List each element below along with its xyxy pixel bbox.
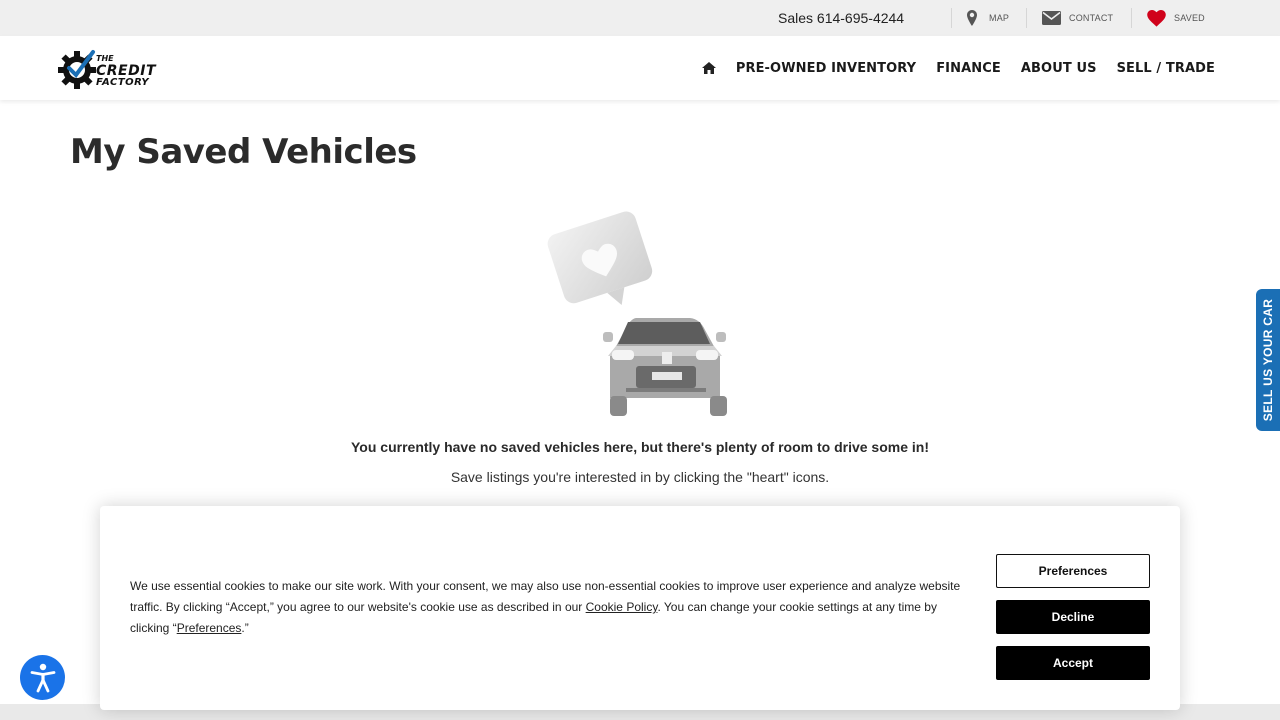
preferences-button[interactable]: Preferences — [996, 554, 1150, 588]
envelope-icon — [1042, 11, 1061, 25]
cookie-message: We use essential cookies to make our sit… — [130, 579, 961, 635]
cookie-preferences-link[interactable]: Preferences — [177, 621, 242, 635]
divider — [1131, 8, 1132, 28]
nav-sell-trade[interactable]: SELL / TRADE — [1117, 61, 1215, 76]
divider — [951, 8, 952, 28]
nav-finance[interactable]: FINANCE — [936, 61, 1001, 76]
cookie-consent-banner: We use essential cookies to make our sit… — [100, 506, 1180, 710]
site-logo[interactable]: THE CREDIT FACTORY — [58, 48, 162, 90]
page-title: My Saved Vehicles — [70, 132, 417, 172]
gear-check-logo-icon — [58, 50, 96, 89]
heart-icon — [1147, 9, 1166, 27]
map-label: MAP — [989, 13, 1010, 23]
accessibility-button[interactable] — [20, 655, 65, 700]
empty-saved-illustration — [547, 211, 727, 416]
sales-phone-link[interactable]: Sales 614-695-4244 — [778, 10, 904, 26]
empty-state-subtext: Save listings you're interested in by cl… — [450, 469, 830, 485]
cookie-policy-link[interactable]: Cookie Policy — [586, 600, 658, 614]
divider — [1026, 8, 1027, 28]
saved-label: SAVED — [1174, 13, 1205, 23]
nav-about-us[interactable]: ABOUT US — [1021, 61, 1097, 76]
car-front-icon — [603, 318, 727, 416]
contact-link[interactable]: CONTACT — [1042, 8, 1113, 28]
logo-text: THE CREDIT FACTORY — [96, 54, 156, 88]
site-header: THE CREDIT FACTORY PRE-OWNED INVENTORY F… — [0, 36, 1280, 100]
home-icon[interactable] — [701, 61, 716, 75]
decline-button[interactable]: Decline — [996, 600, 1150, 634]
contact-label: CONTACT — [1069, 13, 1114, 23]
accept-button[interactable]: Accept — [996, 646, 1150, 680]
accessibility-person-icon — [30, 663, 55, 692]
utility-bar: Sales 614-695-4244 MAP CONTACT SAVED — [0, 0, 1280, 36]
empty-state-heading: You currently have no saved vehicles her… — [351, 439, 929, 455]
sell-us-your-car-tab[interactable]: SELL US YOUR CAR — [1256, 289, 1280, 431]
map-link[interactable]: MAP — [967, 8, 1009, 28]
map-pin-icon — [967, 10, 977, 26]
sell-us-your-car-label: SELL US YOUR CAR — [1261, 298, 1275, 422]
main-nav: PRE-OWNED INVENTORY FINANCE ABOUT US SEL… — [701, 36, 1215, 100]
nav-pre-owned-inventory[interactable]: PRE-OWNED INVENTORY — [736, 61, 916, 76]
saved-link[interactable]: SAVED — [1147, 8, 1205, 28]
speech-bubble-heart-icon — [547, 211, 653, 305]
